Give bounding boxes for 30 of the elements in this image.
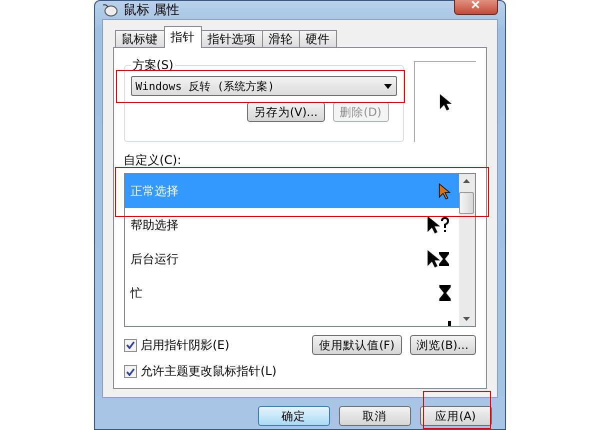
tab[interactable]: 指针: [164, 26, 202, 48]
scrollbar-thumb[interactable]: [459, 192, 474, 214]
save-as-button[interactable]: 另存为(V)...: [246, 102, 325, 122]
check-icon: [126, 368, 134, 376]
scroll-up-icon: [463, 179, 470, 183]
hourglass-icon: [438, 285, 450, 301]
help-pointer-icon: [426, 216, 450, 234]
busy-pointer-icon: [426, 250, 450, 268]
group-label: 方案(S): [132, 57, 174, 74]
check-icon: [126, 341, 134, 349]
window-title: 鼠标 属性: [124, 2, 181, 19]
list-label: 自定义(C):: [124, 152, 182, 169]
dialog-button[interactable]: 确定: [258, 406, 330, 426]
dialog-button[interactable]: 应用(A): [420, 406, 492, 426]
tab[interactable]: 滑轮: [262, 30, 300, 48]
pointer-icon: [438, 94, 452, 110]
dropdown-arrow-icon: [384, 84, 392, 88]
scheme-dropdown[interactable]: Windows 反转 (系统方案): [130, 76, 396, 96]
dialog-button[interactable]: 取消: [338, 406, 410, 426]
default-button[interactable]: 使用默认值(F): [312, 335, 402, 355]
browse-button[interactable]: 浏览(B)...: [410, 335, 476, 355]
tab[interactable]: 鼠标键: [114, 30, 164, 48]
scroll-down-icon: [463, 317, 470, 321]
checkbox[interactable]: 启用指针阴影(E): [124, 336, 230, 354]
scrollbar[interactable]: [458, 174, 474, 326]
pointer-icon: [438, 182, 450, 200]
tab[interactable]: 硬件: [298, 30, 336, 48]
tab[interactable]: 指针选项: [200, 30, 262, 48]
checkbox[interactable]: 允许主题更改鼠标指针(L): [124, 363, 277, 380]
mouse-icon: [102, 3, 118, 17]
